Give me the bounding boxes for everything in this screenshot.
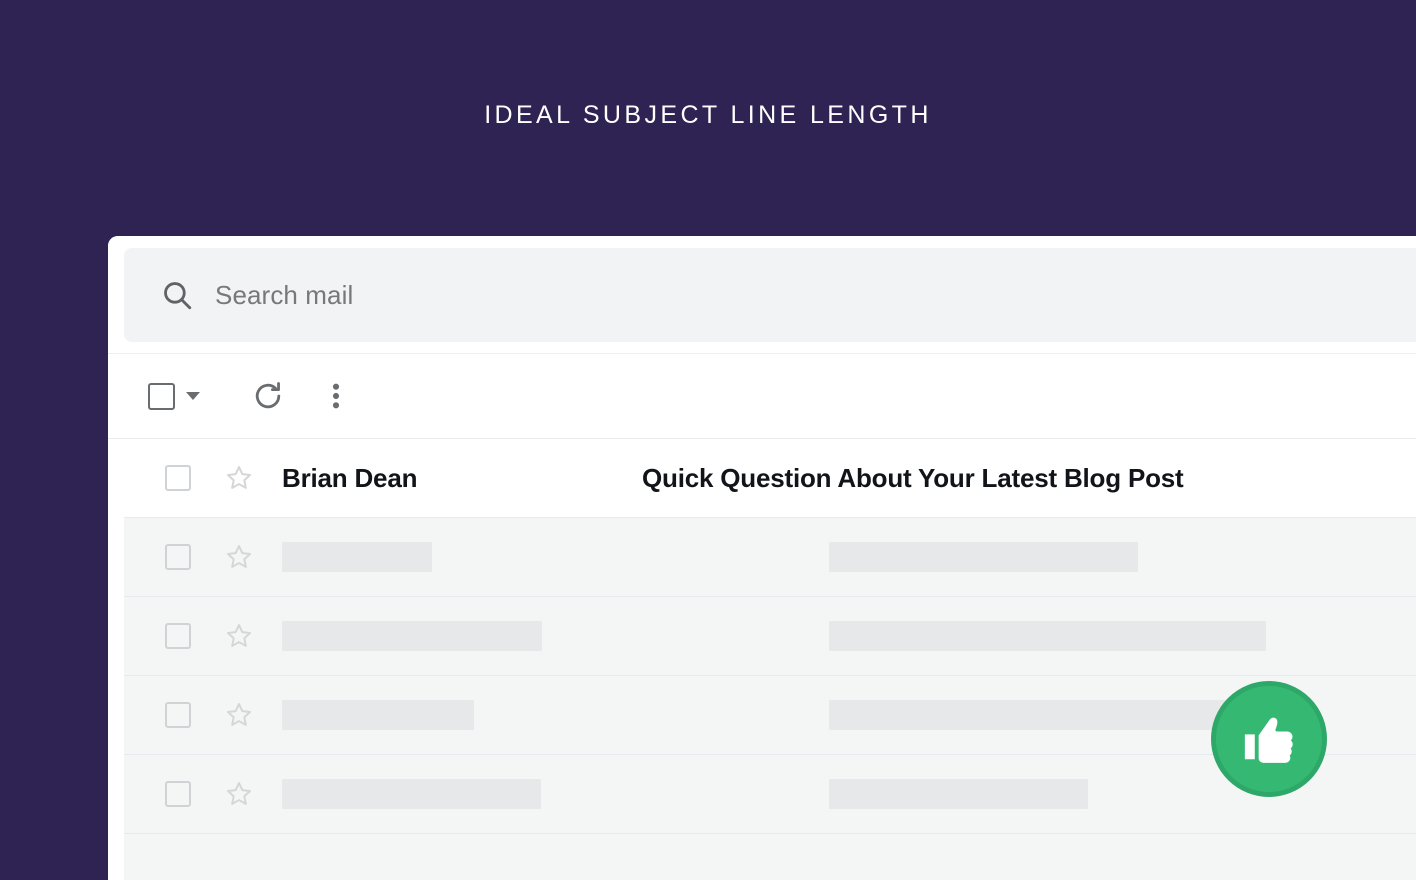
sender-placeholder-bar bbox=[282, 779, 541, 809]
search-header bbox=[108, 236, 1416, 353]
checkbox-icon[interactable] bbox=[165, 702, 191, 728]
mail-list: Brian Dean Quick Question About Your Lat… bbox=[124, 439, 1416, 880]
screenshot-stage: IDEAL SUBJECT LINE LENGTH bbox=[0, 0, 1416, 880]
refresh-icon bbox=[252, 380, 284, 412]
page-title: IDEAL SUBJECT LINE LENGTH bbox=[0, 96, 1416, 134]
mail-toolbar bbox=[108, 353, 1416, 439]
search-icon bbox=[160, 278, 194, 312]
subject-placeholder-bar bbox=[829, 779, 1088, 809]
sender-placeholder-bar bbox=[282, 700, 474, 730]
status-badge[interactable] bbox=[1211, 681, 1327, 797]
subject-placeholder-bar bbox=[829, 700, 1230, 730]
checkbox-icon[interactable] bbox=[165, 544, 191, 570]
sender-placeholder-bar bbox=[282, 542, 432, 572]
table-row[interactable] bbox=[124, 518, 1416, 597]
more-options-button[interactable] bbox=[332, 380, 340, 412]
star-outline-icon[interactable] bbox=[225, 464, 253, 492]
checkbox-icon[interactable] bbox=[165, 781, 191, 807]
search-bar[interactable] bbox=[124, 248, 1416, 342]
mail-client-card: Brian Dean Quick Question About Your Lat… bbox=[108, 236, 1416, 880]
sender-placeholder-bar bbox=[282, 621, 542, 651]
checkbox-icon[interactable] bbox=[165, 623, 191, 649]
table-row[interactable] bbox=[124, 597, 1416, 676]
select-all-checkbox[interactable] bbox=[148, 383, 175, 410]
select-all-dropdown-button[interactable] bbox=[186, 392, 200, 400]
checkbox-icon bbox=[148, 383, 175, 410]
subject-placeholder-bar bbox=[829, 542, 1138, 572]
star-outline-icon[interactable] bbox=[225, 780, 253, 808]
email-sender: Brian Dean bbox=[282, 463, 642, 494]
email-subject: Quick Question About Your Latest Blog Po… bbox=[642, 463, 1416, 494]
star-outline-icon[interactable] bbox=[225, 543, 253, 571]
more-vertical-icon bbox=[332, 380, 340, 412]
subject-placeholder-bar bbox=[829, 621, 1266, 651]
search-input[interactable] bbox=[215, 275, 1416, 315]
star-outline-icon[interactable] bbox=[225, 622, 253, 650]
star-outline-icon[interactable] bbox=[225, 701, 253, 729]
chevron-down-icon bbox=[186, 392, 200, 400]
select-all-group bbox=[148, 383, 200, 410]
thumbs-up-icon bbox=[1241, 710, 1299, 768]
refresh-button[interactable] bbox=[252, 380, 284, 412]
table-row[interactable]: Brian Dean Quick Question About Your Lat… bbox=[124, 439, 1416, 518]
checkbox-icon[interactable] bbox=[165, 465, 191, 491]
